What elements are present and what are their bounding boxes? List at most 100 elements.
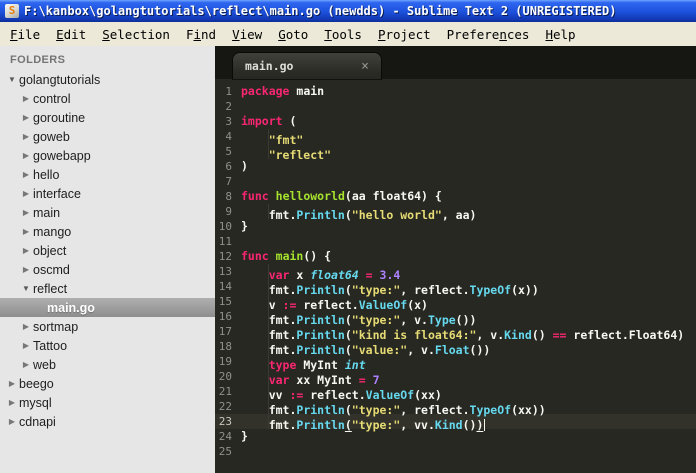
code-line-4[interactable]: 4 "fmt" bbox=[215, 129, 696, 147]
tree-item-interface[interactable]: ▶ interface bbox=[0, 184, 215, 203]
menu-item-selection[interactable]: Selection bbox=[94, 25, 178, 44]
tree-item-beego[interactable]: ▶ beego bbox=[0, 374, 215, 393]
disclosure-collapsed-icon[interactable]: ▶ bbox=[19, 94, 33, 103]
disclosure-expanded-icon[interactable]: ▼ bbox=[5, 75, 19, 84]
text-cursor bbox=[484, 419, 486, 431]
line-number: 13 bbox=[218, 265, 232, 278]
disclosure-collapsed-icon[interactable]: ▶ bbox=[5, 379, 19, 388]
line-number: 17 bbox=[218, 325, 232, 338]
code-text: ) bbox=[241, 159, 248, 173]
tree-item-golangtutorials[interactable]: ▼ golangtutorials bbox=[0, 70, 215, 89]
tree-item-tattoo[interactable]: ▶ Tattoo bbox=[0, 336, 215, 355]
tree-item-oscmd[interactable]: ▶ oscmd bbox=[0, 260, 215, 279]
tree-item-goweb[interactable]: ▶ goweb bbox=[0, 127, 215, 146]
line-number: 10 bbox=[218, 220, 232, 233]
disclosure-collapsed-icon[interactable]: ▶ bbox=[19, 151, 33, 160]
folder-tree: ▼ golangtutorials ▶ control ▶ goroutine ▶ goweb… bbox=[0, 70, 215, 431]
tree-item-main[interactable]: ▶ main bbox=[0, 203, 215, 222]
tree-item-cdnapi[interactable]: ▶ cdnapi bbox=[0, 412, 215, 431]
tree-item-label: web bbox=[33, 357, 56, 372]
line-number: 3 bbox=[225, 115, 232, 128]
code-line-23[interactable]: 23 fmt.Println("type:", vv.Kind()) bbox=[215, 414, 696, 432]
tree-item-label: main.go bbox=[47, 300, 95, 315]
code-text: fmt.Println("type:", v.Type()) bbox=[241, 309, 476, 327]
tree-item-label: main bbox=[33, 205, 61, 220]
tree-item-reflect[interactable]: ▼ reflect bbox=[0, 279, 215, 298]
tree-item-mango[interactable]: ▶ mango bbox=[0, 222, 215, 241]
code-line-21[interactable]: 21 vv := reflect.ValueOf(xx) bbox=[215, 384, 696, 402]
tree-item-label: beego bbox=[19, 376, 54, 391]
tree-item-mysql[interactable]: ▶ mysql bbox=[0, 393, 215, 412]
disclosure-expanded-icon[interactable]: ▼ bbox=[19, 284, 33, 293]
disclosure-collapsed-icon[interactable]: ▶ bbox=[19, 341, 33, 350]
code-line-5[interactable]: 5 "reflect" bbox=[215, 144, 696, 162]
tree-item-gowebapp[interactable]: ▶ gowebapp bbox=[0, 146, 215, 165]
code-area[interactable]: 1 package main 2 3 import (4 "fmt" 5 "reflect" 6… bbox=[215, 79, 696, 473]
code-text: var xx MyInt = 7 bbox=[241, 369, 380, 387]
code-line-14[interactable]: 14 fmt.Println("type:", reflect.TypeOf(x)… bbox=[215, 279, 696, 297]
code-line-9[interactable]: 9 fmt.Println("hello world", aa) bbox=[215, 204, 696, 222]
tree-item-hello[interactable]: ▶ hello bbox=[0, 165, 215, 184]
code-line-17[interactable]: 17 fmt.Println("kind is float64:", v.Kind… bbox=[215, 324, 696, 342]
tab-main-go[interactable]: main.go × bbox=[233, 53, 381, 79]
disclosure-collapsed-icon[interactable]: ▶ bbox=[19, 170, 33, 179]
tree-item-control[interactable]: ▶ control bbox=[0, 89, 215, 108]
tree-item-main-go[interactable]: main.go bbox=[0, 298, 215, 317]
code-text: func main() { bbox=[241, 249, 332, 263]
menu-item-help[interactable]: Help bbox=[537, 25, 583, 44]
menu-bar: File Edit Selection Find View Goto Tools Projec… bbox=[0, 22, 696, 46]
disclosure-collapsed-icon[interactable]: ▶ bbox=[19, 132, 33, 141]
code-text: type MyInt int bbox=[241, 354, 366, 372]
disclosure-collapsed-icon[interactable]: ▶ bbox=[19, 322, 33, 331]
menu-item-find[interactable]: Find bbox=[178, 25, 224, 44]
line-number: 8 bbox=[225, 190, 232, 203]
tree-item-label: gowebapp bbox=[33, 148, 91, 163]
line-number: 5 bbox=[225, 145, 232, 158]
tree-item-label: object bbox=[33, 243, 67, 258]
tree-item-label: mysql bbox=[19, 395, 52, 410]
tab-label: main.go bbox=[245, 59, 294, 73]
tree-item-web[interactable]: ▶ web bbox=[0, 355, 215, 374]
code-line-11[interactable]: 11 bbox=[215, 234, 696, 249]
code-line-3[interactable]: 3 import ( bbox=[215, 114, 696, 129]
menu-item-project[interactable]: Project bbox=[370, 25, 439, 44]
menu-item-goto[interactable]: Goto bbox=[270, 25, 316, 44]
code-line-1[interactable]: 1 package main bbox=[215, 84, 696, 99]
menu-item-edit[interactable]: Edit bbox=[48, 25, 94, 44]
disclosure-collapsed-icon[interactable]: ▶ bbox=[5, 417, 19, 426]
code-line-16[interactable]: 16 fmt.Println("type:", v.Type()) bbox=[215, 309, 696, 327]
code-line-13[interactable]: 13 var x float64 = 3.4 bbox=[215, 264, 696, 282]
tree-item-label: sortmap bbox=[33, 319, 79, 334]
disclosure-collapsed-icon[interactable]: ▶ bbox=[19, 360, 33, 369]
tree-item-goroutine[interactable]: ▶ goroutine bbox=[0, 108, 215, 127]
tree-item-sortmap[interactable]: ▶ sortmap bbox=[0, 317, 215, 336]
disclosure-collapsed-icon[interactable]: ▶ bbox=[5, 398, 19, 407]
code-line-2[interactable]: 2 bbox=[215, 99, 696, 114]
line-number: 9 bbox=[225, 205, 232, 218]
indent-guide bbox=[241, 144, 269, 159]
disclosure-collapsed-icon[interactable]: ▶ bbox=[19, 246, 33, 255]
code-line-25[interactable]: 25 bbox=[215, 444, 696, 459]
code-line-7[interactable]: 7 bbox=[215, 174, 696, 189]
tab-close-icon[interactable]: × bbox=[361, 60, 369, 73]
indent-guide bbox=[241, 414, 269, 429]
menu-item-view[interactable]: View bbox=[224, 25, 270, 44]
menu-item-file[interactable]: File bbox=[2, 25, 48, 44]
tree-item-object[interactable]: ▶ object bbox=[0, 241, 215, 260]
tab-bar: main.go × bbox=[215, 46, 696, 79]
code-line-12[interactable]: 12 func main() { bbox=[215, 249, 696, 264]
disclosure-collapsed-icon[interactable]: ▶ bbox=[19, 208, 33, 217]
code-text: "reflect" bbox=[241, 144, 331, 162]
menu-item-tools[interactable]: Tools bbox=[316, 25, 370, 44]
code-line-20[interactable]: 20 var xx MyInt = 7 bbox=[215, 369, 696, 387]
code-text: var x float64 = 3.4 bbox=[241, 264, 400, 282]
code-text: } bbox=[241, 429, 248, 443]
disclosure-collapsed-icon[interactable]: ▶ bbox=[19, 265, 33, 274]
code-line-22[interactable]: 22 fmt.Println("type:", reflect.TypeOf(xx… bbox=[215, 399, 696, 417]
disclosure-collapsed-icon[interactable]: ▶ bbox=[19, 113, 33, 122]
code-line-8[interactable]: 8 func helloworld(aa float64) { bbox=[215, 189, 696, 204]
disclosure-collapsed-icon[interactable]: ▶ bbox=[19, 227, 33, 236]
menu-item-preferences[interactable]: Preferences bbox=[439, 25, 538, 44]
indent-guide bbox=[241, 264, 269, 279]
disclosure-collapsed-icon[interactable]: ▶ bbox=[19, 189, 33, 198]
